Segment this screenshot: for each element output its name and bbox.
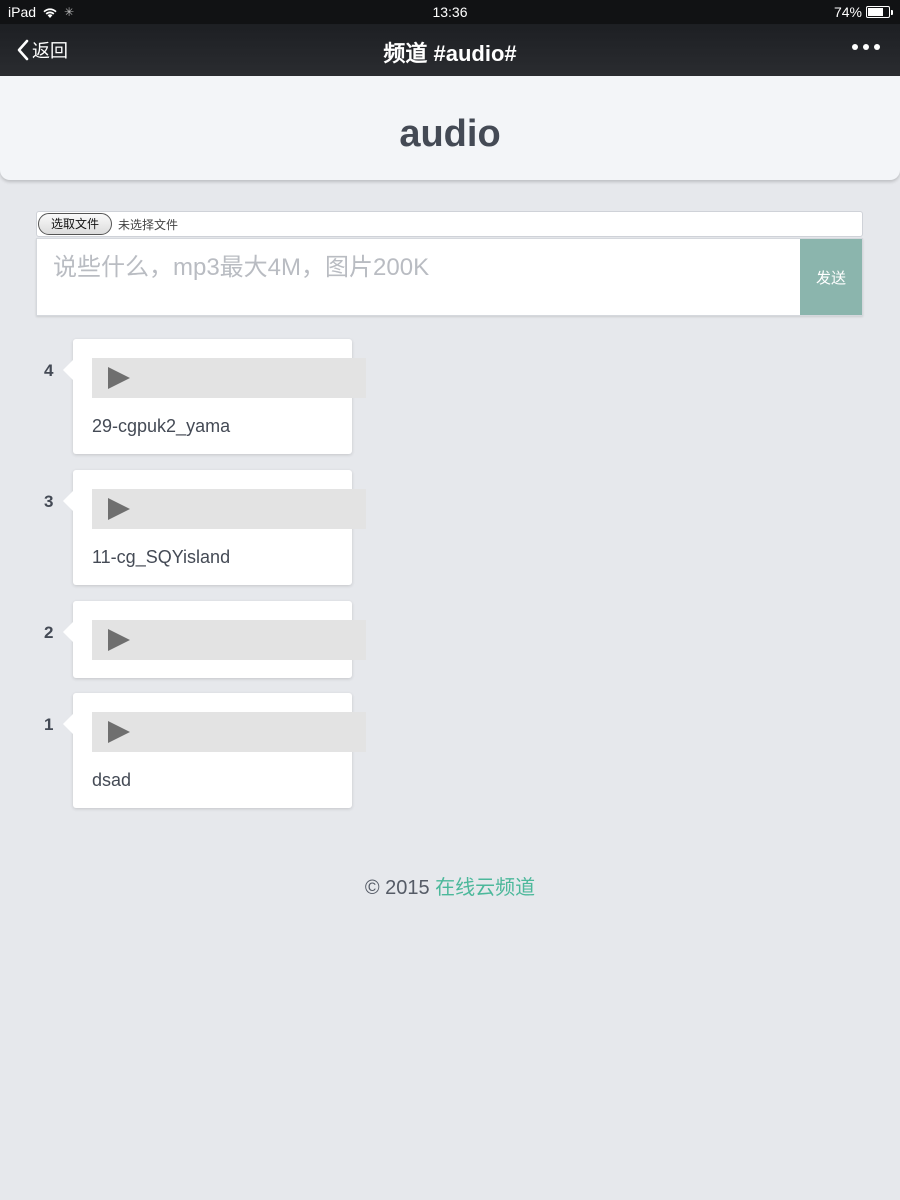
- status-right: 74%: [833, 4, 893, 20]
- play-icon[interactable]: [108, 498, 130, 520]
- post-caption: 29-cgpuk2_yama: [92, 416, 231, 436]
- copyright-text: © 2015: [364, 877, 436, 899]
- compose-box: 发送: [36, 238, 863, 316]
- dot: [852, 44, 858, 50]
- post-number: 2: [44, 623, 54, 642]
- post-card: [63, 601, 366, 678]
- audio-player[interactable]: [92, 712, 366, 752]
- post-card: 29-cgpuk2_yama: [63, 339, 366, 454]
- channel-title: audio: [399, 113, 501, 155]
- post-number: 3: [44, 492, 54, 511]
- ellipsis-icon[interactable]: [852, 44, 880, 50]
- choose-file-button[interactable]: 选取文件: [38, 213, 113, 235]
- file-picker: 选取文件 未选择文件: [36, 211, 863, 237]
- post-card: 11-cg_SQYisland: [63, 470, 366, 585]
- battery-icon: [866, 6, 893, 18]
- play-icon[interactable]: [108, 721, 130, 743]
- battery-fill: [868, 8, 883, 16]
- file-status-text: 未选择文件: [118, 217, 179, 232]
- post-number: 4: [44, 361, 54, 380]
- status-bar: iPad ✳ 13:36 74%: [0, 0, 900, 24]
- play-icon[interactable]: [108, 367, 130, 389]
- audio-player[interactable]: [92, 620, 366, 660]
- post-caption: 11-cg_SQYisland: [92, 547, 231, 567]
- dot: [863, 44, 869, 50]
- play-icon[interactable]: [108, 629, 130, 651]
- message-input[interactable]: [37, 239, 800, 315]
- audio-player[interactable]: [92, 489, 366, 529]
- audio-player[interactable]: [92, 358, 366, 398]
- nav-title: 频道 #audio#: [383, 41, 517, 66]
- post-card: dsad: [63, 693, 366, 808]
- nav-bar: 返回 频道 #audio#: [0, 24, 900, 76]
- post-caption: dsad: [92, 770, 132, 790]
- battery-percent: 74%: [833, 4, 862, 20]
- channel-header: audio: [0, 76, 900, 180]
- footer: © 2015 在线云频道: [0, 871, 900, 900]
- footer-link[interactable]: 在线云频道: [435, 877, 535, 899]
- status-time: 13:36: [432, 4, 468, 20]
- dot: [874, 44, 880, 50]
- post-number: 1: [44, 715, 54, 734]
- send-button[interactable]: 发送: [800, 239, 862, 315]
